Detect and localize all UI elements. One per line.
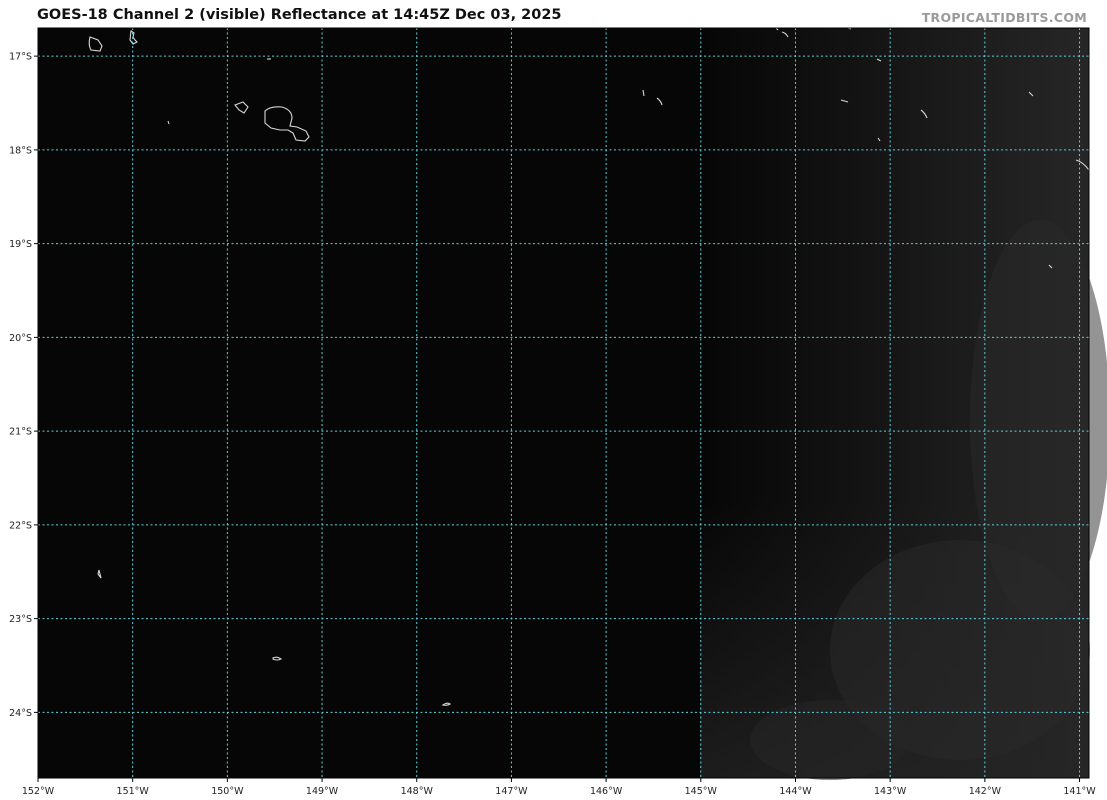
latitude-label: 18°S xyxy=(9,145,32,156)
latitude-label: 19°S xyxy=(9,239,32,250)
longitude-label: 152°W xyxy=(22,786,55,797)
longitude-label: 141°W xyxy=(1063,786,1096,797)
longitude-label: 148°W xyxy=(401,786,434,797)
latitude-label: 22°S xyxy=(9,520,32,531)
latitude-label: 21°S xyxy=(9,427,32,438)
longitude-label: 143°W xyxy=(874,786,907,797)
latitude-label: 17°S xyxy=(9,52,32,63)
longitude-label: 149°W xyxy=(306,786,339,797)
latitude-label: 23°S xyxy=(9,614,32,625)
longitude-label: 147°W xyxy=(495,786,528,797)
longitude-labels: 152°W 151°W 150°W 149°W 148°W 147°W 146°W 145°W… xyxy=(22,778,1096,797)
longitude-label: 151°W xyxy=(117,786,150,797)
latitude-label: 20°S xyxy=(9,333,32,344)
longitude-label: 146°W xyxy=(590,786,623,797)
longitude-label: 150°W xyxy=(211,786,244,797)
longitude-label: 144°W xyxy=(779,786,812,797)
satellite-map: 17°S18°S19°S20°S21°S22°S23°S24°S 152°W 15… xyxy=(9,27,1107,797)
latitude-labels: 17°S 18°S 19°S 20°S 21°S 22°S 23°S 24°S xyxy=(9,52,38,719)
longitude-label: 142°W xyxy=(969,786,1002,797)
longitude-label: 145°W xyxy=(685,786,718,797)
latitude-label: 24°S xyxy=(9,708,32,719)
cloud-layer xyxy=(700,28,1107,780)
